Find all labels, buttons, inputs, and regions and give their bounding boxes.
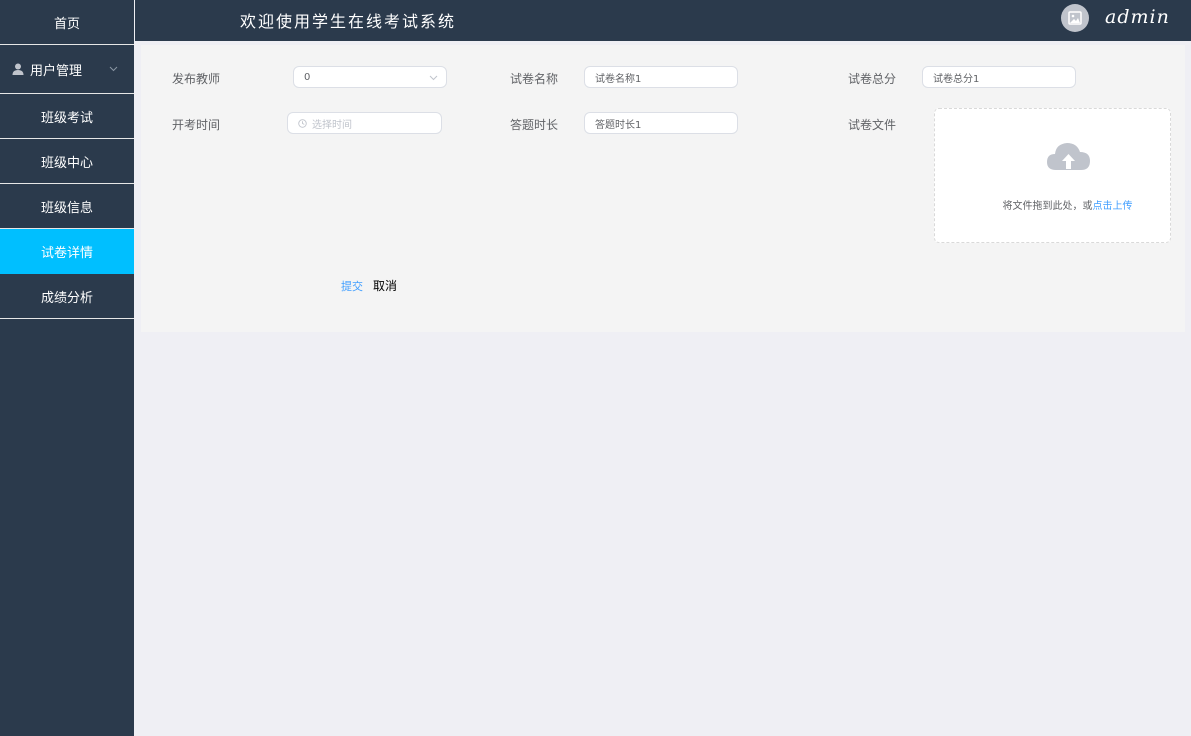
upload-link[interactable]: 点击上传 [1093, 201, 1133, 212]
sidebar-item-label: 班级信息 [40, 200, 93, 216]
sidebar-item-class-center[interactable]: 班级中心 [0, 139, 134, 184]
submit-button[interactable]: 提交 [341, 278, 363, 294]
user-icon [12, 63, 24, 75]
start-time-label: 开考时间 [172, 118, 221, 132]
upload-hint-text: 将文件拖到此处，或 [1002, 201, 1093, 212]
start-time-placeholder: 选择时间 [312, 119, 352, 131]
sidebar-item-home[interactable]: 首页 [0, 0, 134, 45]
sidebar-item-label: 首页 [53, 16, 80, 32]
welcome-title: 欢迎使用学生在线考试系统 [240, 12, 457, 31]
start-time-picker[interactable]: 选择时间 [287, 112, 442, 134]
file-upload-dropzone[interactable]: 将文件拖到此处，或点击上传 [934, 108, 1171, 243]
sidebar-item-score-analysis[interactable]: 成绩分析 [0, 274, 134, 319]
sidebar-item-label: 成绩分析 [40, 290, 93, 306]
username[interactable]: admin [1105, 6, 1170, 28]
teacher-label: 发布教师 [172, 72, 221, 86]
paper-name-label: 试卷名称 [510, 72, 559, 86]
chevron-down-icon [429, 75, 438, 81]
top-header: 欢迎使用学生在线考试系统 admin [135, 0, 1191, 41]
total-score-label: 试卷总分 [848, 72, 897, 86]
duration-value: 答题时长1 [595, 119, 642, 131]
paper-form: 发布教师 0 试卷名称 试卷名称1 试卷总分 试卷总分1 开考时间 选择时间 答… [141, 45, 1185, 332]
duration-input[interactable]: 答题时长1 [584, 112, 738, 134]
sidebar: 首页 用户管理 班级考试 班级中心 班级信息 试卷详情 成绩分析 [0, 0, 134, 736]
sidebar-item-paper-detail[interactable]: 试卷详情 [0, 229, 134, 274]
image-icon [1068, 11, 1082, 25]
teacher-select[interactable]: 0 [293, 66, 447, 88]
file-label: 试卷文件 [848, 118, 897, 132]
teacher-select-value: 0 [304, 71, 311, 83]
cancel-button[interactable]: 取消 [373, 277, 397, 294]
sidebar-item-class-exam[interactable]: 班级考试 [0, 94, 134, 139]
duration-label: 答题时长 [510, 118, 559, 132]
chevron-down-icon [109, 66, 118, 72]
upload-cloud-icon [1047, 143, 1090, 170]
paper-name-value: 试卷名称1 [595, 73, 642, 85]
avatar[interactable] [1061, 4, 1089, 32]
paper-name-input[interactable]: 试卷名称1 [584, 66, 738, 88]
sidebar-item-label: 用户管理 [30, 63, 83, 79]
sidebar-item-class-info[interactable]: 班级信息 [0, 184, 134, 229]
sidebar-item-label: 试卷详情 [40, 245, 93, 261]
sidebar-item-label: 班级中心 [40, 155, 93, 171]
upload-hint: 将文件拖到此处，或点击上传 [935, 197, 1170, 212]
sidebar-item-label: 班级考试 [40, 110, 93, 126]
total-score-value: 试卷总分1 [933, 73, 980, 85]
sidebar-item-user-management[interactable]: 用户管理 [0, 45, 134, 94]
clock-icon [298, 118, 307, 128]
total-score-input[interactable]: 试卷总分1 [922, 66, 1076, 88]
